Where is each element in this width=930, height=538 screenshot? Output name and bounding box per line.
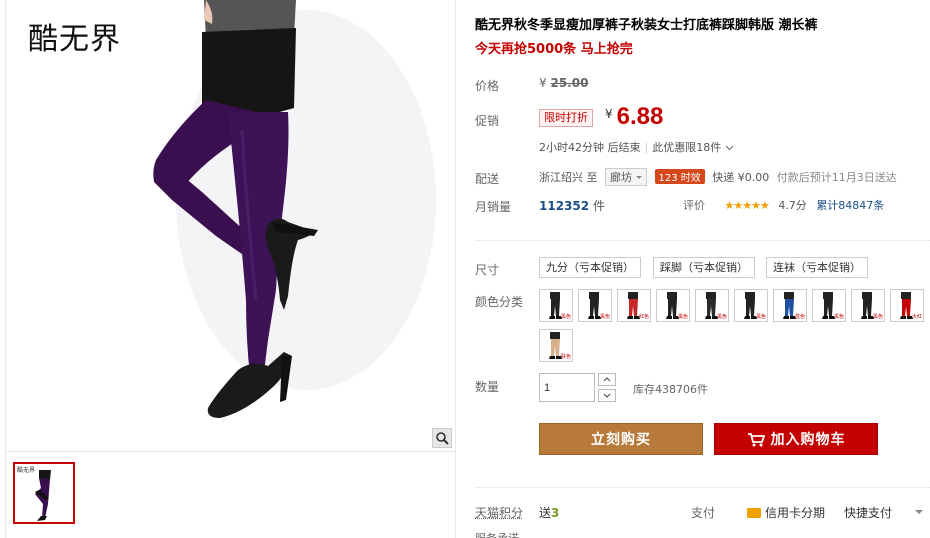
color-swatch[interactable]: 黑色 [656, 289, 690, 322]
size-option-3[interactable]: 连袜（亏本促销） [766, 257, 868, 278]
promo-text: 今天再抢5000条 马上抢完 [475, 42, 633, 57]
swatch-label: 黑色 [755, 314, 766, 320]
swatch-label: 黑色 [677, 314, 688, 320]
swatch-label: 红色 [638, 314, 649, 320]
quick-pay[interactable]: 快捷支付 [844, 504, 892, 521]
payment-dropdown-icon[interactable] [915, 510, 923, 518]
sales-label: 月销量 [475, 200, 512, 214]
express-fee: 快递 ¥0.00 [712, 171, 770, 184]
sales-unit: 件 [592, 199, 605, 213]
limited-discount-badge: 限时打折 [539, 109, 593, 127]
main-product-image[interactable]: 酷无界 [5, 0, 456, 452]
ship-from: 浙江绍兴 至 [539, 171, 598, 184]
swatch-label: 黑色 [872, 314, 883, 320]
add-to-cart-label: 加入购物车 [770, 432, 846, 448]
chevron-up-icon [603, 377, 611, 382]
add-to-cart-button[interactable]: 加入购物车 [714, 423, 878, 455]
product-title: 酷无界秋冬季显瘦加厚裤子秋装女士打底裤踩脚韩版 潮长裤 [475, 18, 818, 33]
swatch-label: 蓝色 [794, 314, 805, 320]
credit-card-installment[interactable]: 信用卡分期 [747, 504, 825, 521]
buy-now-button[interactable]: 立刻购买 [539, 423, 703, 455]
color-swatch[interactable]: 肤色 [539, 329, 573, 362]
quantity-input[interactable] [539, 373, 595, 402]
delivery-time-badge: 123 时效 [654, 169, 705, 184]
quantity-decrease-button[interactable] [598, 389, 616, 402]
promotion-label: 促销 [475, 114, 500, 128]
size-label: 尺寸 [475, 263, 500, 277]
points-number: 3 [551, 506, 560, 520]
delivery-eta: 付款后预计11月3日送达 [776, 171, 897, 184]
swatch-label: 大红 [911, 314, 922, 320]
credit-card-icon [747, 508, 761, 518]
promo-countdown: 2小时42分钟 后结束 | 此优惠限18件 [539, 139, 734, 155]
delivery-info: 浙江绍兴 至 廊坊 123 时效 快递 ¥0.00 付款后预计11月3日送达 [539, 168, 897, 186]
credit-card-label: 信用卡分期 [765, 506, 826, 520]
cart-icon [747, 432, 765, 446]
ship-to-select[interactable]: 廊坊 [605, 168, 647, 186]
original-price-currency: ¥ [539, 76, 547, 90]
size-option-1[interactable]: 九分（亏本促销） [539, 257, 641, 278]
swatch-label: 肤色 [560, 354, 571, 360]
thumbnail-strip: 酷无界 [5, 452, 456, 538]
rating-stars-icon: ★★★★★ [724, 199, 770, 212]
quantity-increase-button[interactable] [598, 373, 616, 386]
original-price-value: 25.00 [550, 76, 589, 90]
color-swatch[interactable]: 黑色 [578, 289, 612, 322]
promo-price-currency: ¥ [605, 107, 613, 121]
chevron-down-icon [725, 145, 734, 151]
color-label: 颜色分类 [475, 295, 524, 309]
stock-count: 库存438706件 [633, 383, 708, 396]
original-price: ¥ 25.00 [539, 76, 588, 90]
delivery-label: 配送 [475, 172, 500, 186]
magnifier-icon [436, 432, 449, 445]
promo-price-value: 6.88 [616, 103, 664, 130]
color-swatch[interactable]: 黑色 [812, 289, 846, 322]
swatch-label: 黑色 [560, 314, 571, 320]
color-swatch[interactable]: 黑色 [539, 289, 573, 322]
product-gallery: 酷无界 酷无界 [5, 0, 456, 538]
payment-label: 支付 [691, 506, 716, 520]
color-swatch[interactable]: 大红 [890, 289, 924, 322]
color-swatch[interactable]: 黑色 [734, 289, 768, 322]
promo-price: ¥6.88 [605, 103, 663, 131]
rating-summary: 评价 ★★★★★ 4.7分 累计84847条 [683, 197, 884, 213]
swatch-label: 黑色 [716, 314, 727, 320]
tmall-points-label[interactable]: 天猫积分 [475, 504, 523, 521]
swatch-label: 黑色 [599, 314, 610, 320]
thumbnail-1[interactable]: 酷无界 [13, 462, 75, 524]
color-swatch[interactable]: 黑色 [851, 289, 885, 322]
zoom-button[interactable] [432, 428, 452, 448]
rating-score: 4.7分 [778, 199, 807, 212]
purchase-limit[interactable]: 此优惠限18件 [652, 141, 721, 154]
points-prefix: 送 [539, 506, 552, 520]
chevron-down-icon [603, 393, 611, 398]
product-info: 酷无界秋冬季显瘦加厚裤子秋装女士打底裤踩脚韩版 潮长裤 今天再抢5000条 马上… [475, 0, 930, 538]
monthly-sales: 112352 件 [539, 197, 605, 214]
price-label: 价格 [475, 79, 500, 93]
divider [475, 240, 930, 241]
review-label: 评价 [683, 199, 705, 212]
divider [475, 487, 930, 488]
sales-count: 112352 [539, 199, 590, 213]
color-swatch[interactable]: 红色 [617, 289, 651, 322]
countdown-text: 2小时42分钟 后结束 [539, 141, 641, 154]
review-count-link[interactable]: 累计84847条 [816, 199, 884, 212]
tmall-points-value: 送3 [539, 504, 559, 521]
color-swatch[interactable]: 黑色 [695, 289, 729, 322]
size-option-2[interactable]: 踩脚（亏本促销） [653, 257, 755, 278]
thumbnail-brand: 酷无界 [17, 467, 36, 474]
quantity-label: 数量 [475, 380, 500, 394]
color-swatch[interactable]: 蓝色 [773, 289, 807, 322]
service-promise-label: 服务承诺 [475, 530, 519, 538]
brand-watermark: 酷无界 [28, 22, 121, 57]
legging-photo [6, 0, 455, 451]
swatch-label: 黑色 [833, 314, 844, 320]
